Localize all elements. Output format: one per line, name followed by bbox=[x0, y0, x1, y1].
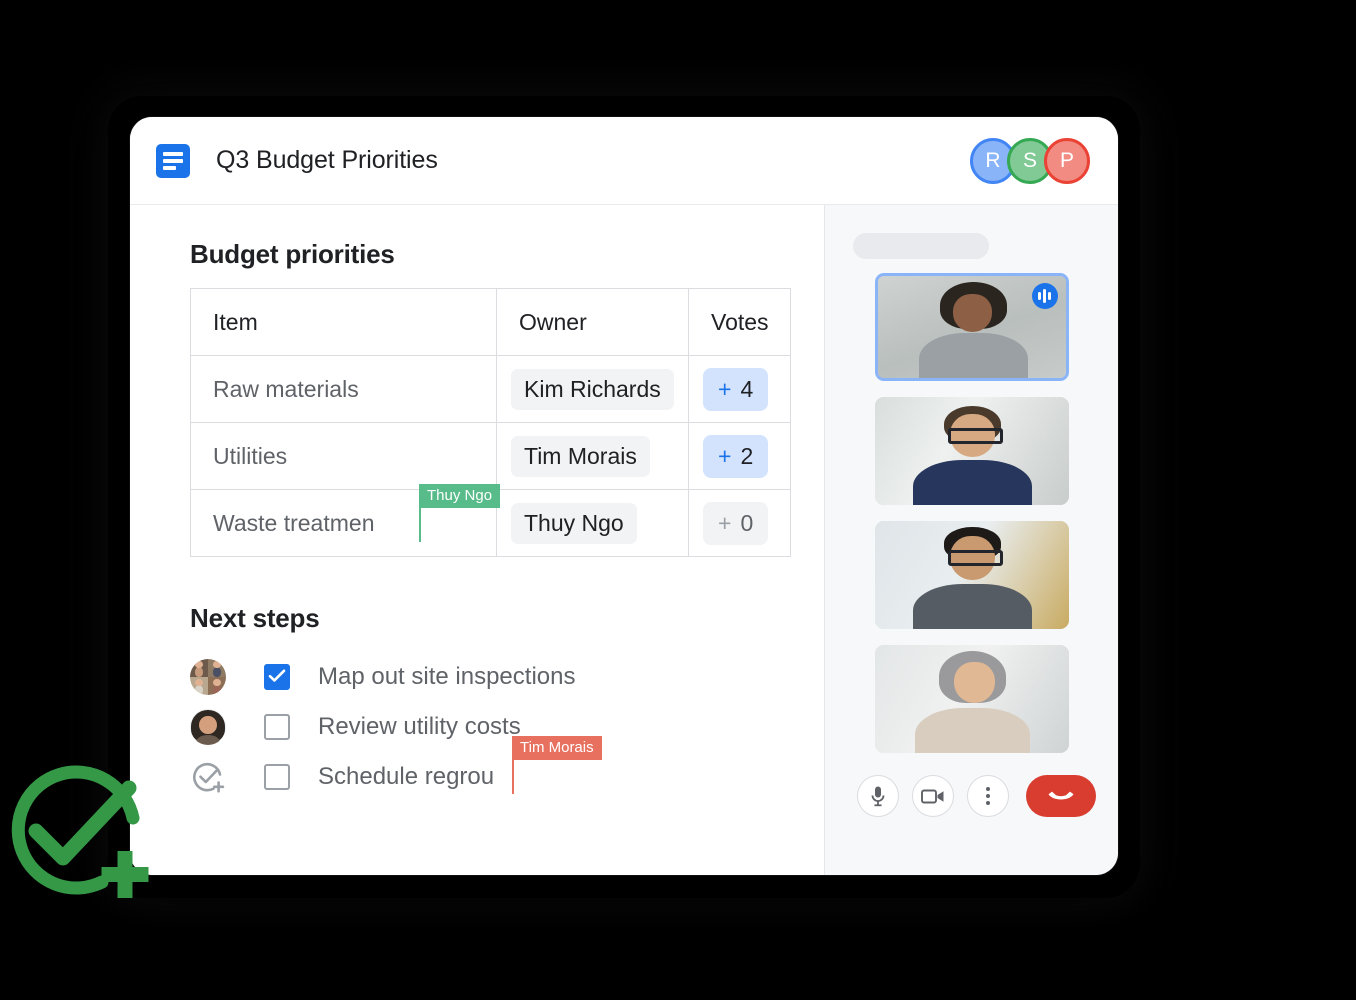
cell-votes-utilities[interactable]: + 2 bbox=[688, 422, 791, 490]
column-header-item: Item bbox=[190, 288, 497, 356]
section-heading-budget-priorities: Budget priorities bbox=[190, 239, 395, 269]
avatar-photo bbox=[190, 709, 226, 745]
column-header-owner: Owner bbox=[496, 288, 689, 356]
cell-owner-raw-materials[interactable]: Kim Richards bbox=[496, 355, 689, 423]
checkmark-icon bbox=[268, 669, 286, 682]
cell-item-waste-treatment-text: Waste treatmen bbox=[213, 509, 375, 536]
task-row: Map out site inspections bbox=[190, 652, 824, 702]
task-label[interactable]: Map out site inspections bbox=[318, 663, 575, 691]
leave-call-button[interactable] bbox=[1026, 775, 1096, 817]
docs-icon[interactable] bbox=[156, 143, 190, 178]
vote-count: 2 bbox=[740, 442, 754, 469]
vote-chip[interactable]: + 2 bbox=[703, 434, 769, 478]
table-header-row: Item Owner Votes bbox=[190, 288, 791, 356]
task-checkbox-unchecked[interactable] bbox=[264, 764, 290, 790]
phone-hangup-icon bbox=[1048, 791, 1074, 800]
cell-owner-utilities[interactable]: Tim Morais bbox=[496, 422, 689, 490]
next-steps-section: Next steps Map out site inspections Revi… bbox=[190, 603, 824, 802]
vote-count: 4 bbox=[740, 375, 754, 402]
presence-avatar-stack: R S P bbox=[970, 137, 1090, 184]
column-header-votes: Votes bbox=[688, 288, 791, 356]
task-label[interactable]: Review utility costs bbox=[318, 713, 521, 741]
document-toolbar: Q3 Budget Priorities R S P bbox=[130, 117, 1118, 205]
cell-owner-waste-treatment[interactable]: Thuy Ngo bbox=[496, 489, 689, 557]
vote-chip[interactable]: + 4 bbox=[703, 367, 769, 411]
task-row: Schedule regrou Tim Morais bbox=[190, 735, 824, 802]
more-options-icon bbox=[986, 787, 990, 805]
participant-video-3 bbox=[874, 521, 1069, 629]
participant-tile-1[interactable] bbox=[874, 273, 1069, 381]
panel-placeholder-pill bbox=[853, 233, 989, 259]
collaborator-caret bbox=[512, 760, 514, 794]
task-checkbox-checked[interactable] bbox=[264, 664, 290, 690]
owner-chip[interactable]: Thuy Ngo bbox=[511, 502, 637, 544]
participant-video-2 bbox=[874, 397, 1069, 505]
vote-plus-icon: + bbox=[718, 375, 732, 402]
window-body: Budget priorities Item Owner Votes Raw m… bbox=[130, 205, 1118, 875]
participant-tile-4[interactable] bbox=[874, 645, 1069, 753]
participant-tile-2[interactable] bbox=[874, 397, 1069, 505]
mute-button[interactable] bbox=[857, 775, 899, 817]
task-checkbox-unchecked[interactable] bbox=[264, 714, 290, 740]
assign-task-button[interactable] bbox=[190, 759, 226, 795]
cell-item-utilities[interactable]: Utilities bbox=[190, 422, 497, 490]
cell-item-waste-treatment[interactable]: Waste treatmen Thuy Ngo bbox=[190, 483, 501, 557]
meet-side-panel bbox=[824, 205, 1118, 875]
more-options-button[interactable] bbox=[967, 775, 1009, 817]
task-row: Review utility costs bbox=[190, 702, 824, 752]
call-controls bbox=[857, 775, 1096, 817]
cell-votes-waste-treatment[interactable]: + 0 bbox=[688, 489, 791, 557]
avatar-single[interactable] bbox=[190, 709, 226, 745]
assign-task-icon bbox=[192, 762, 225, 793]
screenshot-root: Q3 Budget Priorities R S P Budget priori… bbox=[0, 0, 1356, 1000]
vote-count: 0 bbox=[740, 509, 754, 536]
speaking-indicator-icon bbox=[1031, 283, 1058, 309]
vote-plus-icon: + bbox=[718, 442, 732, 469]
page-title[interactable]: Q3 Budget Priorities bbox=[216, 146, 438, 175]
video-camera-icon bbox=[921, 789, 944, 803]
avatar-group[interactable] bbox=[190, 659, 226, 695]
budget-priorities-table: Item Owner Votes Raw materials Kim Richa… bbox=[190, 288, 791, 557]
task-label[interactable]: Schedule regrou bbox=[318, 763, 494, 791]
app-window: Q3 Budget Priorities R S P Budget priori… bbox=[130, 117, 1118, 875]
owner-chip[interactable]: Tim Morais bbox=[511, 435, 650, 477]
cell-item-raw-materials[interactable]: Raw materials bbox=[190, 355, 497, 423]
document-canvas[interactable]: Budget priorities Item Owner Votes Raw m… bbox=[130, 205, 824, 875]
presence-avatar-p[interactable]: P bbox=[1044, 137, 1090, 184]
vote-chip[interactable]: + 0 bbox=[703, 501, 769, 545]
collaborator-caret bbox=[419, 508, 421, 542]
table-row: Raw materials Kim Richards + 4 bbox=[190, 355, 791, 423]
owner-chip[interactable]: Kim Richards bbox=[511, 368, 674, 410]
microphone-icon bbox=[871, 786, 885, 807]
participant-video-4 bbox=[874, 645, 1069, 753]
cell-votes-raw-materials[interactable]: + 4 bbox=[688, 355, 791, 423]
table-row: Waste treatmen Thuy Ngo Thuy Ngo + 0 bbox=[190, 483, 791, 557]
camera-button[interactable] bbox=[912, 775, 954, 817]
participant-tile-3[interactable] bbox=[874, 521, 1069, 629]
section-heading-next-steps: Next steps bbox=[190, 603, 320, 633]
vote-plus-icon: + bbox=[718, 509, 732, 536]
table-row: Utilities Tim Morais + 2 bbox=[190, 422, 791, 490]
avatar-group-mosaic bbox=[190, 659, 226, 695]
